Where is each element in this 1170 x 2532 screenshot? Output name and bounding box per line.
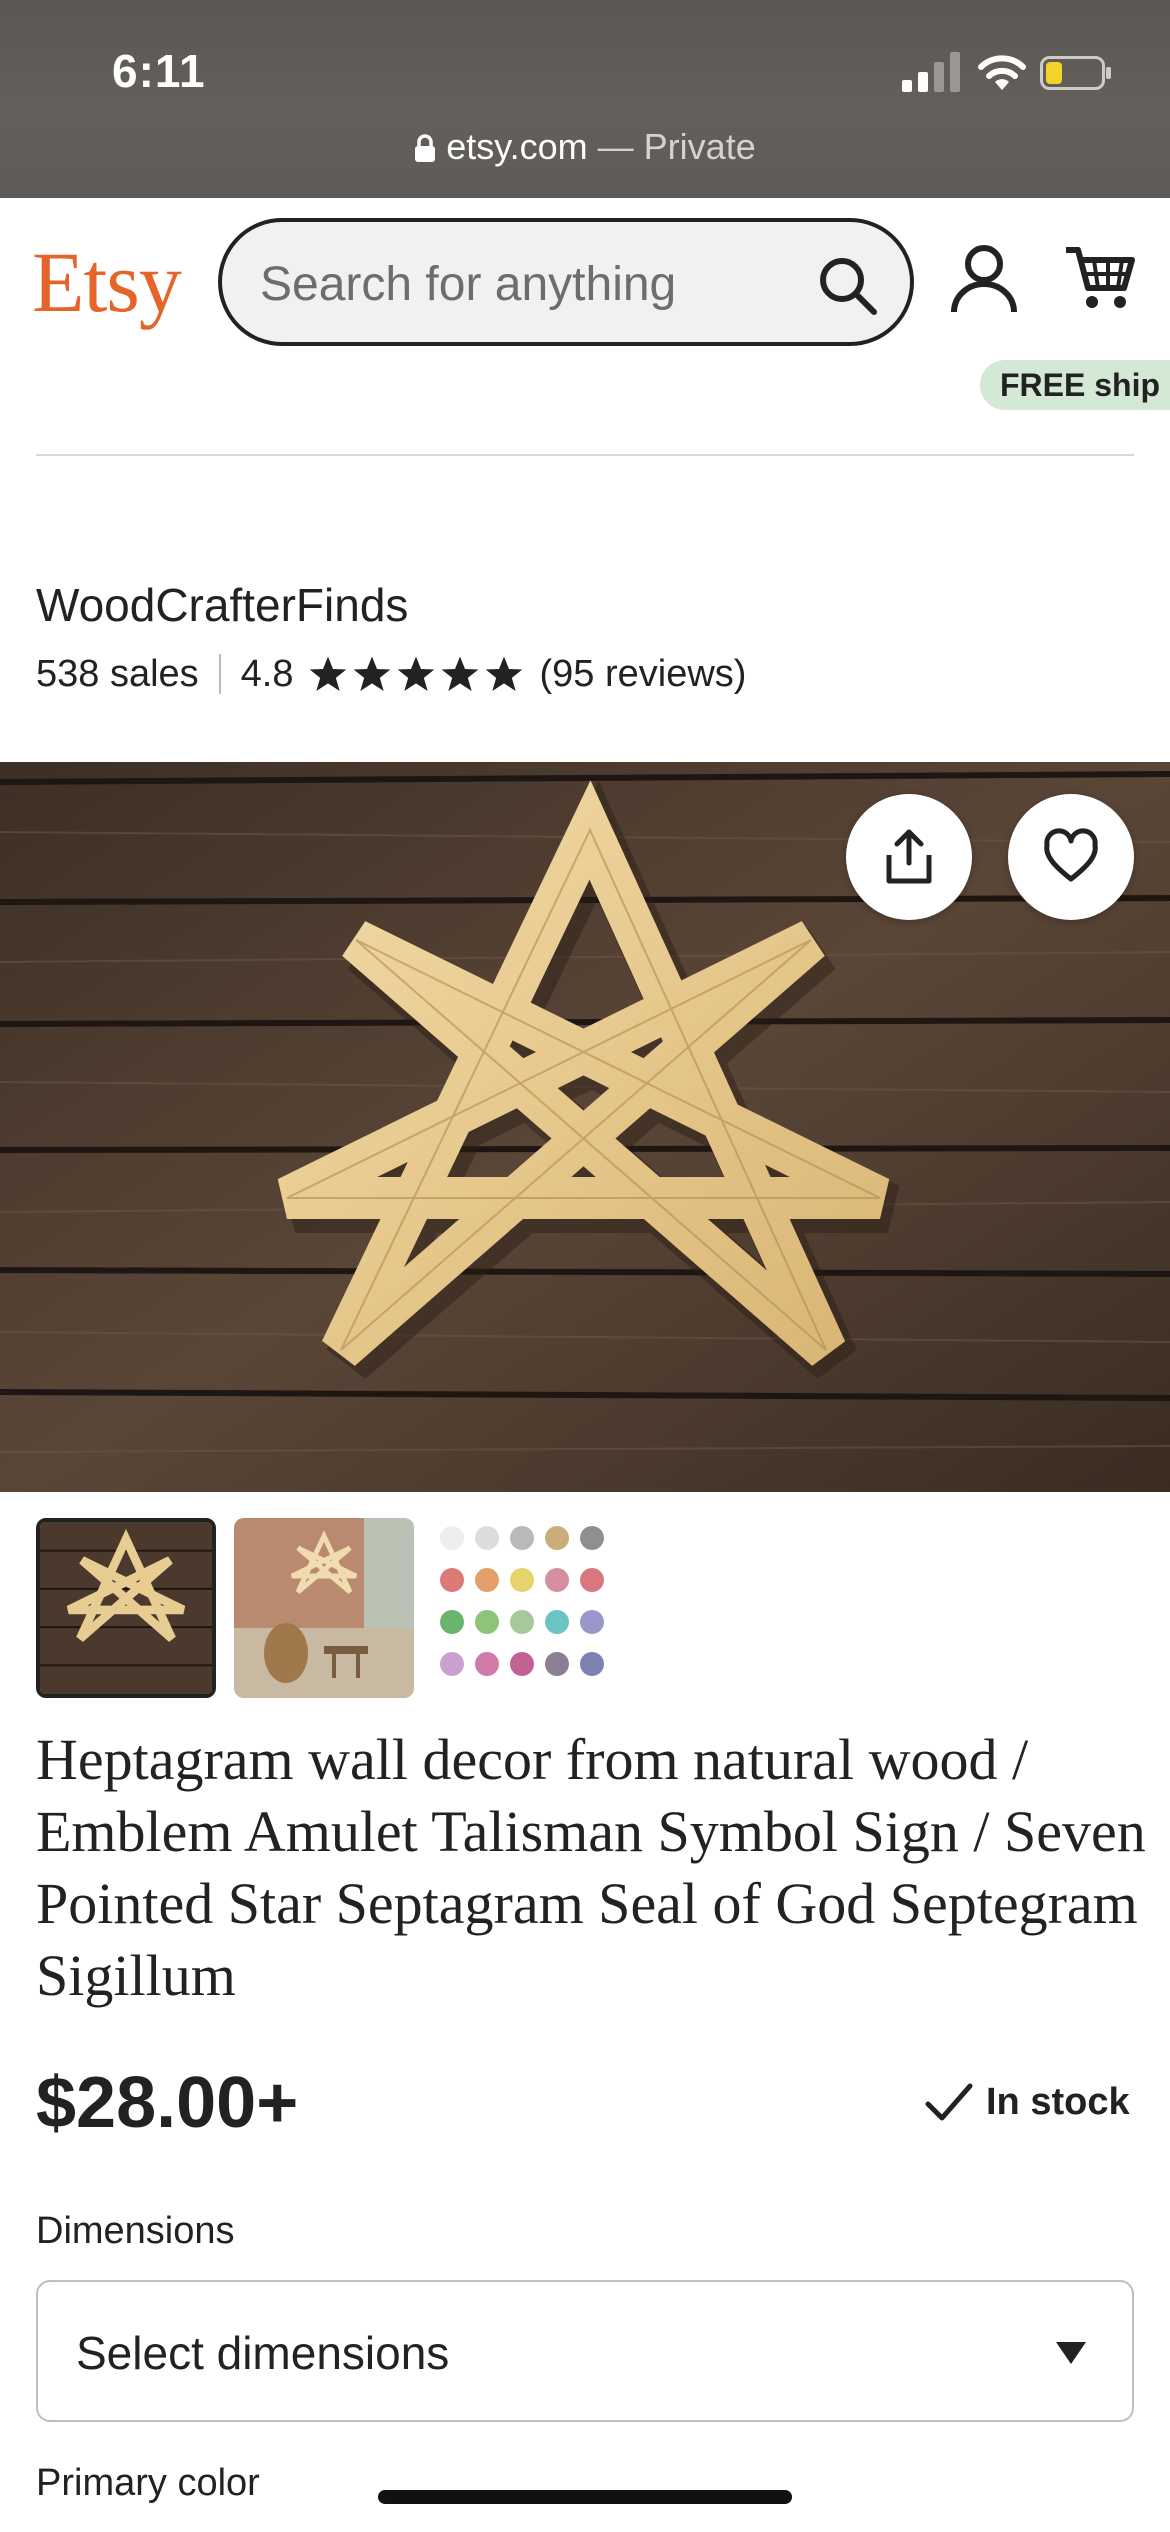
star-icon: [397, 656, 434, 691]
section-divider: [36, 454, 1134, 456]
primary-color-label: Primary color: [36, 2462, 260, 2504]
cart-icon[interactable]: [1064, 244, 1136, 310]
share-button[interactable]: [846, 794, 972, 920]
etsy-logo[interactable]: Etsy: [32, 232, 182, 332]
rating-stars: [308, 654, 528, 694]
listing-title: Heptagram wall decor from natural wood /…: [36, 1727, 1146, 2008]
shop-sales: 538 sales: [36, 652, 199, 695]
thumbnail-heptagram[interactable]: [36, 1518, 216, 1698]
thumbnail-room-mockup[interactable]: [234, 1518, 414, 1698]
search-bar[interactable]: [218, 218, 914, 346]
wifi-icon: [978, 55, 1026, 90]
thumbnail-image: [234, 1518, 414, 1698]
stats-separator: [218, 654, 221, 694]
share-icon: [886, 829, 932, 884]
thumbnail-image: [432, 1518, 612, 1698]
favorite-button[interactable]: [1008, 794, 1134, 920]
shop-stats: 538 sales 4.8 (95 reviews): [36, 646, 746, 702]
listing-price: $28.00+: [36, 2063, 299, 2143]
url-bar[interactable]: etsy.com — Private: [0, 126, 1170, 168]
cellular-signal-icon: [902, 52, 960, 92]
clock: 6:11: [112, 45, 206, 97]
checkmark-icon: [925, 2083, 973, 2121]
lock-icon: [415, 134, 436, 162]
wooden-heptagram-photo: [0, 762, 1170, 1492]
listing-main-image[interactable]: [0, 762, 1170, 1492]
free-shipping-badge: FREE ship: [980, 360, 1170, 410]
star-icon: [441, 656, 478, 691]
status-bar: 6:11 etsy.com — Private: [0, 0, 1170, 198]
star-icon: [485, 656, 522, 691]
dropdown-caret-icon: [1056, 2342, 1086, 2364]
account-icon[interactable]: [950, 244, 1018, 314]
shop-rating: 4.8: [240, 652, 294, 695]
dimensions-select-value: Select dimensions: [76, 2327, 450, 2379]
stock-status: In stock: [924, 2080, 1130, 2124]
url-domain: etsy.com: [446, 126, 588, 167]
star-icon: [309, 656, 346, 691]
search-icon[interactable]: [816, 254, 880, 318]
dimensions-label: Dimensions: [36, 2210, 235, 2252]
battery-icon: [1040, 56, 1111, 90]
thumbnail-color-swatches[interactable]: [432, 1518, 612, 1698]
search-input[interactable]: [258, 252, 802, 316]
dimensions-select[interactable]: Select dimensions: [36, 2280, 1134, 2422]
thumbnail-image: [40, 1522, 212, 1694]
star-icon: [353, 656, 390, 691]
shop-name-link[interactable]: WoodCrafterFinds: [36, 578, 408, 632]
shop-reviews-link[interactable]: (95 reviews): [540, 653, 747, 696]
heart-icon: [1044, 828, 1098, 882]
stock-label: In stock: [986, 2080, 1130, 2123]
home-indicator[interactable]: [378, 2490, 792, 2504]
url-separator: —: [587, 126, 644, 167]
private-mode-label: Private: [643, 126, 756, 167]
